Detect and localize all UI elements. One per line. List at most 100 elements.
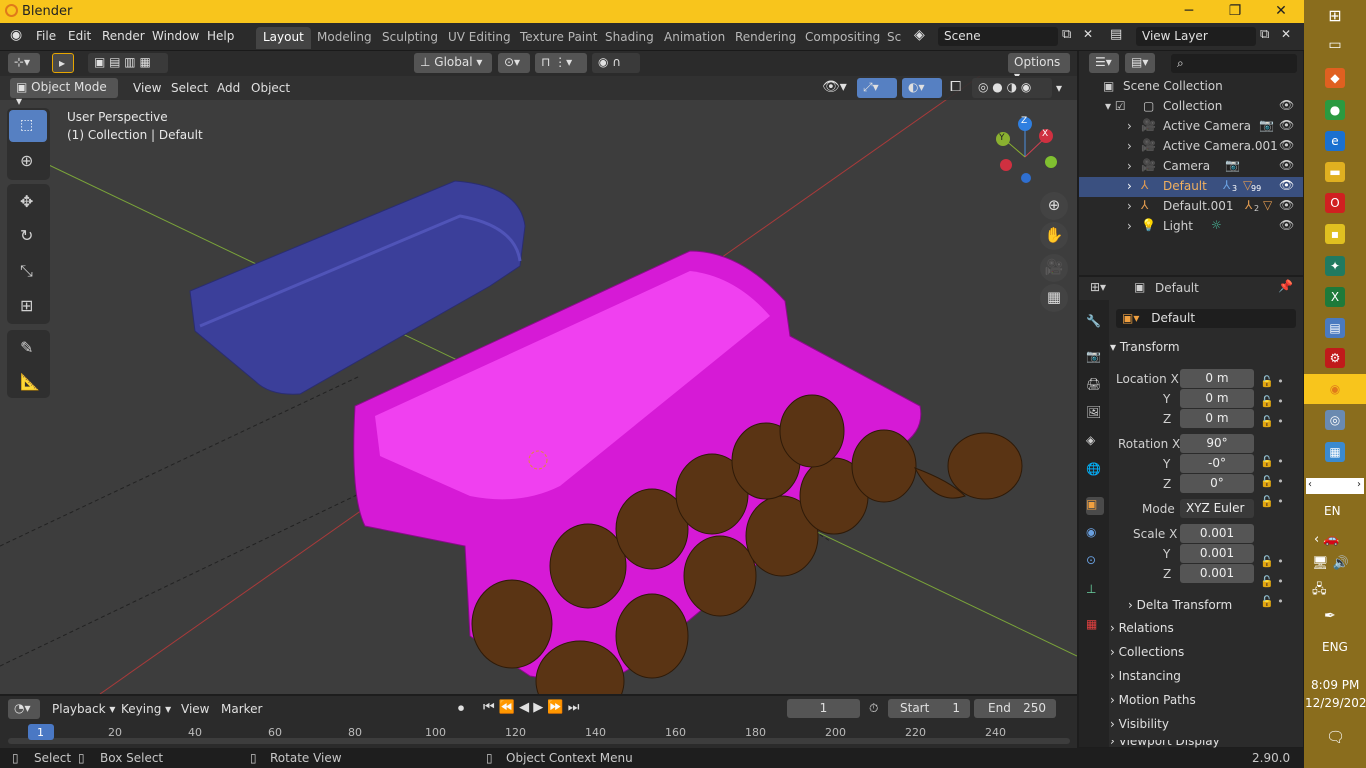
outliner-search-input[interactable]: ⌕ <box>1171 54 1297 73</box>
tray-icons[interactable]: ‹ 🚗 <box>1314 532 1340 547</box>
outliner-editor-icon[interactable]: ☰▾ <box>1089 53 1119 73</box>
outliner-item-default[interactable]: › ⅄ Default ⅄ 3 ▽ 99 👁 <box>1079 177 1303 197</box>
marker-menu[interactable]: Marker <box>221 702 262 716</box>
scale-tool-icon[interactable]: ⤡ <box>9 255 47 287</box>
end-frame-field[interactable]: End 250 <box>974 699 1056 718</box>
proportional-edit-icon[interactable]: ◉ ∩ <box>592 53 640 73</box>
blender-taskbar-icon[interactable]: ◉ <box>1325 379 1345 399</box>
instancing-panel-header[interactable]: › Instancing <box>1110 669 1300 692</box>
tab-shading[interactable]: Shading <box>598 27 661 49</box>
excel-icon[interactable]: X <box>1325 287 1345 307</box>
notepad-icon[interactable]: ▤ <box>1325 318 1345 338</box>
tab-compositing[interactable]: Compositing <box>798 27 887 49</box>
menu-window[interactable]: Window <box>152 29 199 43</box>
outliner-item-default-001[interactable]: › ⅄ Default.001 ⅄ 2 ▽ 👁 <box>1079 197 1303 217</box>
scale-y-field[interactable]: 0.001 <box>1180 544 1254 563</box>
view-layer-field[interactable]: View Layer <box>1136 27 1256 46</box>
relations-panel-header[interactable]: › Relations <box>1110 621 1300 644</box>
tab-texture-paint[interactable]: Texture Paint <box>513 27 604 49</box>
transform-tool-icon[interactable]: ⊞ <box>9 290 47 322</box>
app-icon-4[interactable]: ◎ <box>1325 410 1345 430</box>
rotation-mode-dropdown[interactable]: XYZ Euler ▾ <box>1180 499 1254 534</box>
sticky-notes-icon[interactable]: ▪ <box>1325 224 1345 244</box>
tool-tab-icon[interactable]: 🔧 <box>1086 314 1104 332</box>
menu-render[interactable]: Render <box>102 29 145 43</box>
eye-icon[interactable]: 👁 <box>1279 138 1294 152</box>
tab-uv-editing[interactable]: UV Editing <box>441 27 518 49</box>
action-center-icon[interactable]: 🗨 <box>1326 728 1345 746</box>
gizmo-toggle-icon[interactable]: ⤢▾ <box>857 78 897 98</box>
location-z-field[interactable]: 0 m <box>1180 409 1254 428</box>
zoom-icon[interactable]: ⊕ <box>1040 192 1068 220</box>
object-tab-icon[interactable]: ▣ <box>1086 497 1104 515</box>
clock-date[interactable]: 12/29/2020 <box>1305 696 1366 710</box>
preview-range-icon[interactable]: ⏱ <box>869 701 878 716</box>
remove-scene-icon[interactable]: ✕ <box>1083 27 1093 41</box>
scene-icon[interactable]: ◈ <box>914 27 925 43</box>
eye-icon[interactable]: 👁 <box>1279 178 1294 192</box>
task-view-icon[interactable]: ▭ <box>1325 35 1345 55</box>
blender-menu-icon[interactable]: ◉ <box>10 27 22 43</box>
app-icon-2[interactable]: ✦ <box>1325 256 1345 276</box>
options-dropdown[interactable]: Options ▾ <box>1008 53 1070 83</box>
transform-panel-header[interactable]: ▾ Transform <box>1110 340 1300 363</box>
eye-icon[interactable]: 👁 <box>1279 98 1294 112</box>
tab-animation[interactable]: Animation <box>657 27 732 49</box>
menu-file[interactable]: File <box>36 29 56 43</box>
lock-keyframe-icons[interactable]: 🔓 • 🔓 • 🔓 • 🔓 • 🔓 • 🔓 • 🔓 • 🔓 • 🔓 • <box>1260 372 1290 608</box>
shading-mode-icons[interactable]: ◎ ● ◑ ◉ <box>972 78 1052 98</box>
playback-menu[interactable]: Playback ▾ <box>52 702 115 716</box>
outliner-scene-collection[interactable]: ▣ Scene Collection <box>1079 77 1303 97</box>
timeline-editor-icon[interactable]: ◔▾ <box>8 699 40 719</box>
world-tab-icon[interactable]: 🌐 <box>1086 462 1104 480</box>
scale-z-field[interactable]: 0.001 <box>1180 564 1254 583</box>
outliner-item-light[interactable]: › 💡 Light ☼ 👁 <box>1079 217 1303 237</box>
transform-orientation-dropdown[interactable]: ⊥ Global ▾ <box>414 53 492 73</box>
app-icon-3[interactable]: ⚙ <box>1325 348 1345 368</box>
network-volume-icons[interactable]: 🖥 🔊 <box>1312 556 1349 571</box>
object-name-field[interactable]: ▣▾ Default <box>1116 309 1296 328</box>
menu-view[interactable]: View <box>133 81 161 95</box>
edge-icon[interactable]: e <box>1325 131 1345 151</box>
app-icon-1[interactable]: ◆ <box>1325 68 1345 88</box>
keying-menu[interactable]: Keying ▾ <box>121 702 171 716</box>
new-scene-icon[interactable]: ⧉ <box>1062 27 1071 42</box>
windows-start-icon[interactable]: ⊞ <box>1325 6 1345 26</box>
rotation-y-field[interactable]: -0° <box>1180 454 1254 473</box>
xray-icon[interactable]: ⧠ <box>950 79 961 95</box>
delta-transform-header[interactable]: › Delta Transform <box>1128 598 1318 621</box>
outliner-collection[interactable]: ▾ ☑ ▢ Collection 👁 <box>1079 97 1303 117</box>
location-x-field[interactable]: 0 m <box>1180 369 1254 388</box>
rotate-tool-icon[interactable]: ↻ <box>9 220 47 252</box>
maximize-icon[interactable]: ❐ <box>1212 0 1258 23</box>
select-tool-icon[interactable]: ▸ <box>52 53 74 73</box>
taskbar-scroller[interactable]: ‹ › <box>1306 478 1364 494</box>
pen-icon[interactable]: ✒ <box>1324 608 1336 624</box>
measure-tool-icon[interactable]: 📐 <box>9 366 47 398</box>
collections-panel-header[interactable]: › Collections <box>1110 645 1300 668</box>
move-tool-icon[interactable]: ✥ <box>9 186 47 218</box>
outliner-item-camera[interactable]: › 🎥 Camera 📷 👁 <box>1079 157 1303 177</box>
outliner-item-active-camera-001[interactable]: › 🎥 Active Camera.001 👁 <box>1079 137 1303 157</box>
tab-scripting[interactable]: Sc <box>880 27 908 49</box>
remove-view-layer-icon[interactable]: ✕ <box>1281 27 1291 41</box>
properties-editor-icon[interactable]: ⊞▾ <box>1090 280 1106 294</box>
keyboard-layout[interactable]: ENG <box>1322 640 1348 654</box>
constraints-tab-icon[interactable]: ⊥ <box>1086 582 1104 600</box>
chrome-icon[interactable]: ● <box>1325 100 1345 120</box>
language-indicator[interactable]: EN <box>1324 504 1341 518</box>
select-box-tool-icon[interactable]: ⬚ <box>9 110 47 142</box>
tab-sculpting[interactable]: Sculpting <box>375 27 445 49</box>
photos-icon[interactable]: ▦ <box>1325 442 1345 462</box>
tab-layout[interactable]: Layout <box>256 27 311 49</box>
timeline-view-menu[interactable]: View <box>181 702 209 716</box>
selection-mode-icons[interactable]: ▣ ▤ ▥ ▦ <box>88 53 168 73</box>
minimize-icon[interactable]: ─ <box>1166 0 1212 23</box>
physics-tab-icon[interactable]: ⊙ <box>1086 553 1104 571</box>
editor-type-icon[interactable]: ⊹▾ <box>8 53 40 73</box>
new-view-layer-icon[interactable]: ⧉ <box>1260 27 1269 42</box>
view-layer-icon[interactable]: ▤ <box>1110 27 1122 42</box>
texture-tab-icon[interactable]: ▦ <box>1086 617 1104 635</box>
visibility-icon[interactable]: 👁▾ <box>822 79 847 95</box>
scene-tab-icon[interactable]: ◈ <box>1086 433 1104 451</box>
